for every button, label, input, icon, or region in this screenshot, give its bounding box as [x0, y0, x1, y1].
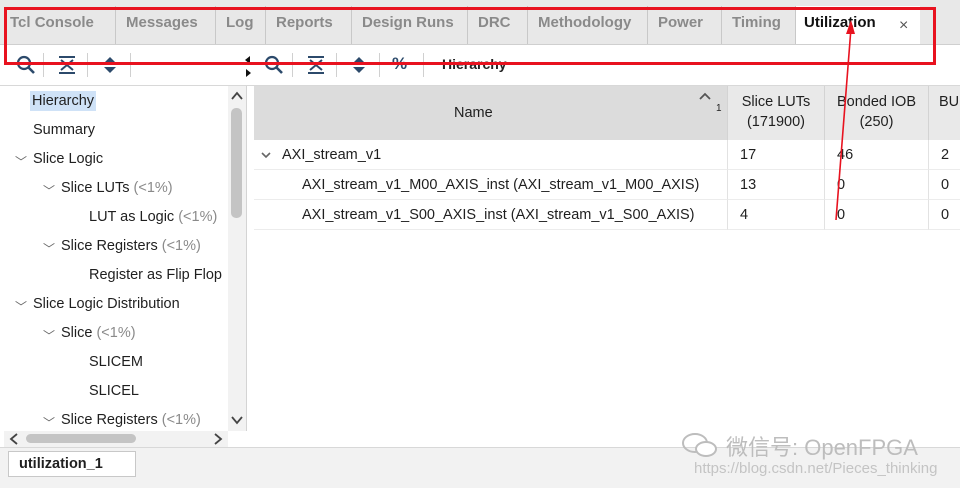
cell-name: AXI_stream_v1_S00_AXIS_inst (AXI_stream_…: [302, 207, 695, 223]
chevron-down-icon[interactable]: [260, 150, 272, 160]
wechat-logo-icon: [682, 433, 717, 457]
cell-value: 0: [941, 177, 950, 193]
table-row[interactable]: AXI_stream_v1: [254, 140, 728, 170]
tree-item-label: Slice: [61, 325, 93, 341]
tree-scrollbar-thumb[interactable]: [231, 108, 242, 218]
annotation-arrow-icon: [835, 20, 855, 221]
report-tab-label: utilization_1: [19, 456, 103, 472]
watermark-text: 微信号: OpenFPGA: [726, 435, 918, 460]
tree-item-label: Hierarchy: [30, 91, 97, 111]
tree-item-label: Slice Logic Distribution: [33, 296, 180, 312]
scroll-right-icon[interactable]: [212, 432, 224, 446]
column-header-label: BU: [939, 94, 960, 110]
cell-name: AXI_stream_v1_M00_AXIS_inst (AXI_stream_…: [302, 177, 700, 193]
cell-value: 0: [941, 207, 950, 223]
column-header-slice-luts[interactable]: Slice LUTs (171900): [728, 86, 825, 140]
tree-item-hierarchy[interactable]: Hierarchy: [30, 88, 97, 114]
tree-item-slicem[interactable]: SLICEM: [89, 349, 143, 375]
chevron-down-icon[interactable]: ﹀: [15, 153, 27, 170]
cell-bu: 0: [929, 200, 960, 230]
tree-item-lut-as-logic[interactable]: LUT as Logic (<1%): [89, 204, 217, 230]
column-header-name[interactable]: Name 1: [254, 86, 728, 140]
tree-item-label: Register as Flip Flop: [89, 267, 222, 283]
tree-item-percent: (<1%): [178, 209, 218, 225]
tree-item-label: Slice LUTs: [61, 180, 130, 196]
tree-item-label: SLICEL: [89, 383, 139, 399]
report-tree: Hierarchy Summary ﹀ Slice Logic ﹀ Slice …: [0, 86, 247, 431]
table-row[interactable]: AXI_stream_v1_S00_AXIS_inst (AXI_stream_…: [254, 200, 728, 230]
tree-item-slice[interactable]: Slice (<1%): [61, 320, 136, 346]
tree-item-label: Slice Registers: [61, 412, 158, 428]
tree-item-slice-registers-2[interactable]: Slice Registers (<1%): [61, 407, 201, 431]
tree-item-summary[interactable]: Summary: [33, 117, 95, 143]
cell-value: 2: [941, 147, 950, 163]
cell-name: AXI_stream_v1: [282, 147, 382, 163]
tree-item-percent: (<1%): [133, 180, 173, 196]
column-header-total: (171900): [746, 114, 806, 130]
tree-item-slice-luts[interactable]: Slice LUTs (<1%): [61, 175, 173, 201]
tree-item-label: Slice Registers: [61, 238, 158, 254]
sort-index: 1: [716, 103, 722, 114]
tree-item-percent: (<1%): [96, 325, 136, 341]
tree-item-percent: (<1%): [161, 238, 201, 254]
tree-item-percent: (<1%): [161, 412, 201, 428]
cell-slice-luts: 4: [728, 200, 825, 230]
tree-item-register-as-flip-flop[interactable]: Register as Flip Flop: [89, 262, 222, 288]
scroll-up-icon[interactable]: [230, 90, 244, 102]
tree-item-slice-logic-distribution[interactable]: Slice Logic Distribution: [33, 291, 180, 317]
scroll-down-icon[interactable]: [230, 414, 244, 426]
column-header-label: Name: [454, 105, 493, 121]
sort-ascending-icon[interactable]: [698, 91, 712, 101]
column-header-label: Slice LUTs: [741, 94, 811, 110]
annotation-highlight-box: [4, 7, 936, 65]
tree-hscrollbar-thumb[interactable]: [26, 434, 136, 443]
cell-value: 17: [740, 147, 757, 163]
tree-item-label: Slice Logic: [33, 151, 104, 167]
cell-bu: 2: [929, 140, 960, 170]
tree-item-label: SLICEM: [89, 354, 143, 370]
chevron-down-icon[interactable]: ﹀: [43, 414, 55, 431]
chevron-down-icon[interactable]: ﹀: [15, 298, 27, 315]
column-header-bu[interactable]: BU: [929, 86, 960, 140]
tree-item-slice-logic[interactable]: Slice Logic: [33, 146, 103, 172]
chevron-down-icon[interactable]: ﹀: [43, 327, 55, 344]
cell-slice-luts: 13: [728, 170, 825, 200]
scroll-left-icon[interactable]: [8, 432, 20, 446]
table-row[interactable]: AXI_stream_v1_M00_AXIS_inst (AXI_stream_…: [254, 170, 728, 200]
cell-value: 4: [740, 207, 749, 223]
watermark-url: https://blog.csdn.net/Pieces_thinking: [694, 460, 938, 477]
chevron-down-icon[interactable]: ﹀: [43, 182, 55, 199]
tree-item-slice-registers[interactable]: Slice Registers (<1%): [61, 233, 201, 259]
cell-value: 13: [740, 177, 757, 193]
tree-item-label: LUT as Logic: [89, 209, 175, 225]
chevron-down-icon[interactable]: ﹀: [43, 240, 55, 257]
cell-slice-luts: 17: [728, 140, 825, 170]
cell-bu: 0: [929, 170, 960, 200]
report-tab-utilization-1[interactable]: utilization_1: [8, 451, 136, 477]
tree-item-label: Summary: [33, 122, 96, 138]
tree-item-slicel[interactable]: SLICEL: [89, 378, 139, 404]
